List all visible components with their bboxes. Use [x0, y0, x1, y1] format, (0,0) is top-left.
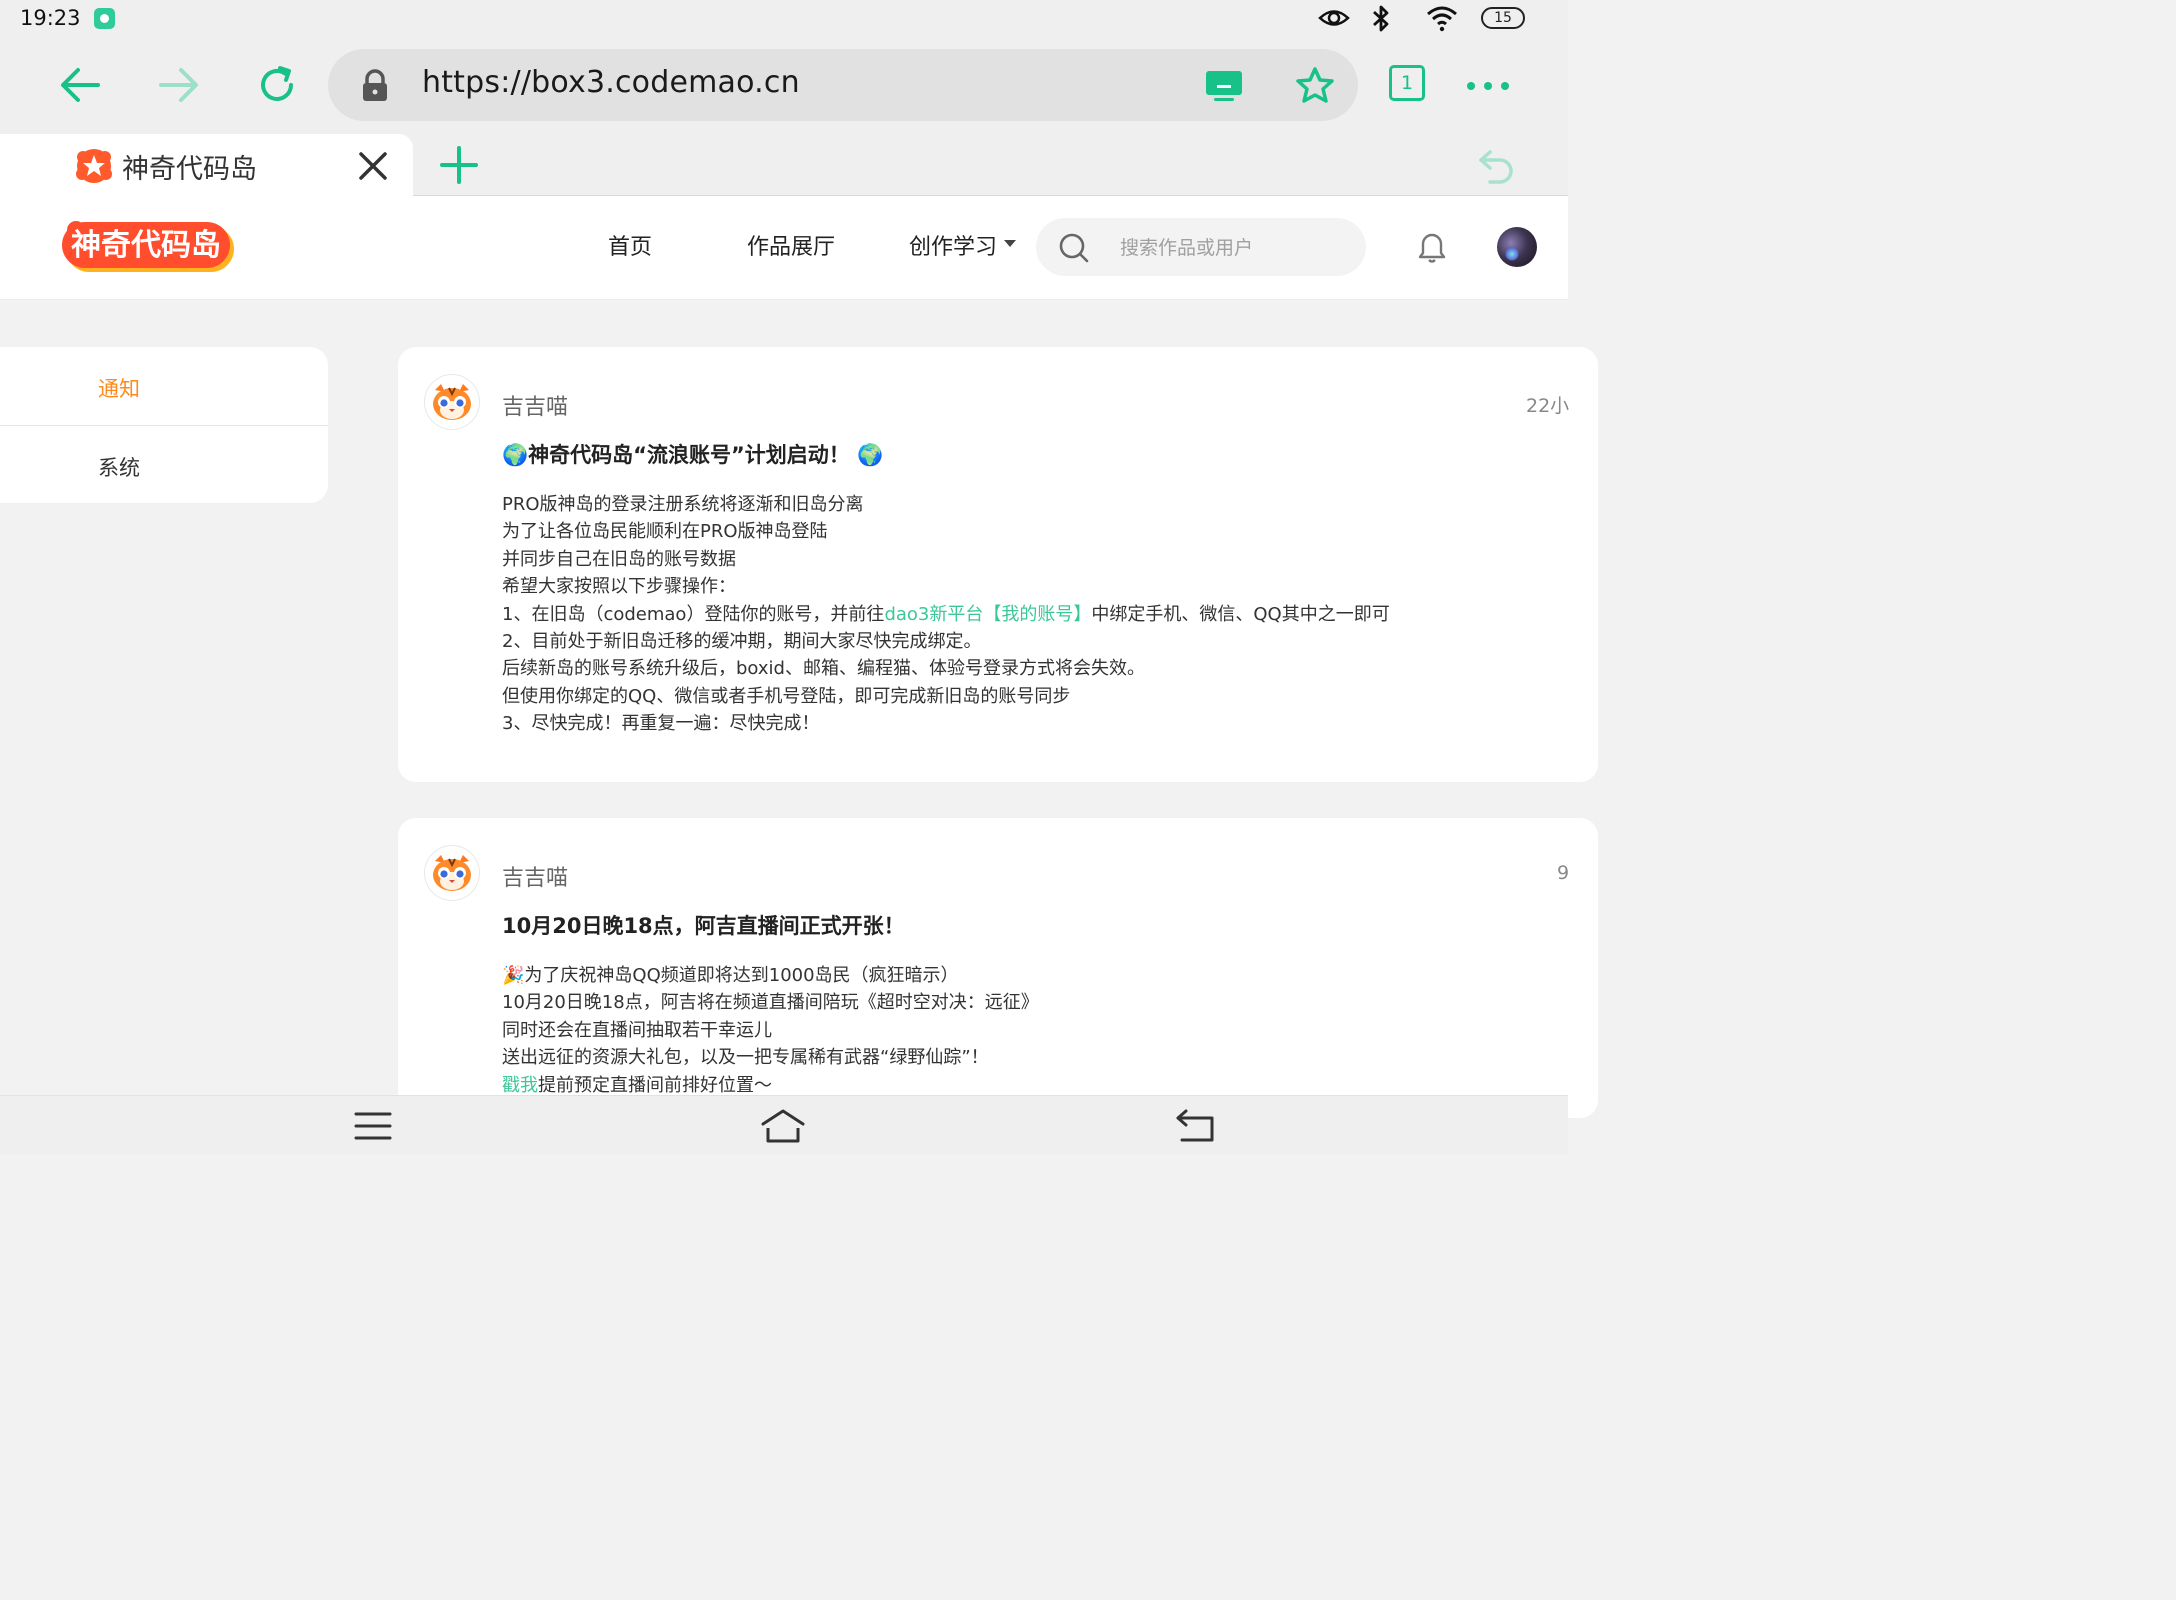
wifi-icon [1427, 6, 1457, 32]
url-text[interactable]: https://box3.codemao.cn [422, 65, 800, 100]
system-nav-bar [0, 1095, 1568, 1154]
body-line: 后续新岛的账号系统升级后，boxid、邮箱、编程猫、体验号登录方式将会失效。 [502, 658, 1145, 680]
reload-icon [261, 66, 293, 101]
body-line: 送出远征的资源大礼包，以及一把专属稀有武器“绿野仙踪”！ [502, 1047, 989, 1069]
body-line: 🎉为了庆祝神岛QQ频道即将达到1000岛民（疯狂暗示） [502, 965, 959, 986]
body-line: 希望大家按照以下步骤操作： [502, 576, 736, 598]
tab-active[interactable]: 神奇代码岛 [0, 134, 413, 196]
body-text: 1、在旧岛（codemao）登陆你的账号，并前往 [502, 603, 885, 625]
undo-close-tab-icon[interactable] [1476, 146, 1516, 186]
lock-icon [363, 69, 387, 101]
app-notification-icon [94, 8, 115, 29]
status-time: 19:23 [20, 6, 81, 30]
body-line: 1、在旧岛（codemao）登陆你的账号，并前往dao3新平台【我的账号】中绑定… [502, 601, 1390, 628]
notification-body: 🎉为了庆祝神岛QQ频道即将达到1000岛民（疯狂暗示） 10月20日晚18点，阿… [502, 962, 1039, 1099]
body-line: 为了让各位岛民能顺利在PRO版神岛登陆 [502, 521, 828, 543]
nav-learn[interactable]: 创作学习 [909, 229, 997, 261]
reload-button[interactable] [252, 60, 302, 110]
new-tab-plus-icon[interactable] [440, 146, 478, 184]
browser-toolbar: https://box3.codemao.cn 1 [0, 38, 1568, 134]
battery-icon: 15 [1481, 7, 1525, 29]
notification-time: 9 [1557, 862, 1570, 884]
body-line: 3、尽快完成！再重复一遍：尽快完成！ [502, 713, 820, 735]
bluetooth-icon [1373, 5, 1389, 32]
star-bookmark-icon[interactable] [1295, 66, 1335, 104]
body-text: 中绑定手机、微信、QQ其中之一即可 [1091, 603, 1390, 625]
arrow-left-icon [61, 68, 100, 102]
nav-gallery[interactable]: 作品展厅 [747, 229, 835, 261]
menu-button[interactable] [348, 1106, 398, 1146]
arrow-right-icon [159, 68, 198, 102]
sender-avatar [424, 374, 480, 430]
sender-name: 吉吉喵 [502, 395, 569, 420]
status-bar: 19:23 15 [0, 0, 1568, 38]
notification-time: 22小 [1526, 395, 1570, 417]
notification-card: 吉吉喵 9 10月20日晚18点，阿吉直播间正式开张！ 🎉为了庆祝神岛QQ频道即… [398, 818, 1598, 1118]
dao3-account-link[interactable]: dao3新平台【我的账号】 [884, 604, 1091, 625]
bell-icon[interactable] [1417, 232, 1447, 264]
reserve-link[interactable]: 戳我 [502, 1075, 538, 1096]
body-line: PRO版神岛的登录注册系统将逐渐和旧岛分离 [502, 494, 864, 515]
more-menu-icon[interactable] [1466, 81, 1510, 91]
back-button[interactable] [55, 60, 105, 110]
home-icon [761, 1109, 805, 1143]
forward-button[interactable] [154, 60, 204, 110]
logo-text: 神奇代码岛 [71, 228, 221, 263]
nav-home[interactable]: 首页 [608, 229, 652, 261]
search-icon[interactable] [1059, 233, 1089, 263]
close-tab-icon[interactable] [357, 150, 389, 182]
system-back-button[interactable] [1170, 1106, 1220, 1146]
body-line: 10月20日晚18点，阿吉将在频道直播间陪玩《超时空对决：远征》 [502, 992, 1039, 1014]
tab-switcher-button[interactable]: 1 [1389, 65, 1425, 101]
home-button[interactable] [758, 1106, 808, 1146]
sender-avatar [424, 845, 480, 901]
tiger-mascot-icon [433, 855, 471, 891]
tab-strip: 神奇代码岛 [0, 134, 1568, 196]
site-favicon-icon [76, 149, 112, 183]
search-input[interactable] [1118, 230, 1352, 266]
menu-icon [354, 1112, 392, 1140]
notification-body: PRO版神岛的登录注册系统将逐渐和旧岛分离 为了让各位岛民能顺利在PRO版神岛登… [502, 491, 1390, 738]
eye-icon [1318, 10, 1350, 26]
body-text: 提前预定直播间前排好位置～ [538, 1074, 772, 1096]
body-line: 但使用你绑定的QQ、微信或者手机号登陆，即可完成新旧岛的账号同步 [502, 685, 1071, 707]
body-line: 同时还会在直播间抽取若干幸运儿 [502, 1019, 772, 1041]
back-icon [1176, 1109, 1214, 1142]
tiger-mascot-icon [433, 384, 471, 420]
caret-down-icon [1004, 240, 1016, 247]
site-header: 神奇代码岛 首页 作品展厅 创作学习 [0, 196, 1568, 300]
address-bar[interactable]: https://box3.codemao.cn [328, 49, 1358, 121]
body-line: 并同步自己在旧岛的账号数据 [502, 548, 736, 570]
tab-title: 神奇代码岛 [122, 154, 257, 185]
search-box [1036, 218, 1366, 276]
cast-screen-icon[interactable] [1204, 69, 1244, 103]
sidebar-item-system[interactable]: 系统 [98, 452, 140, 482]
sidebar-item-notice[interactable]: 通知 [98, 373, 140, 403]
site-logo[interactable]: 神奇代码岛 [62, 220, 238, 276]
notification-card: 吉吉喵 22小 🌍神奇代码岛“流浪账号”计划启动！ 🌍 PRO版神岛的登录注册系… [398, 347, 1598, 782]
sender-name: 吉吉喵 [502, 866, 569, 891]
notification-title: 10月20日晚18点，阿吉直播间正式开张！ [502, 914, 905, 938]
user-avatar[interactable] [1497, 227, 1537, 267]
notification-sidebar: 通知 系统 [0, 347, 328, 503]
body-line: 2、目前处于新旧岛迁移的缓冲期，期间大家尽快完成绑定。 [502, 631, 982, 653]
notification-title: 🌍神奇代码岛“流浪账号”计划启动！ 🌍 [502, 443, 884, 467]
